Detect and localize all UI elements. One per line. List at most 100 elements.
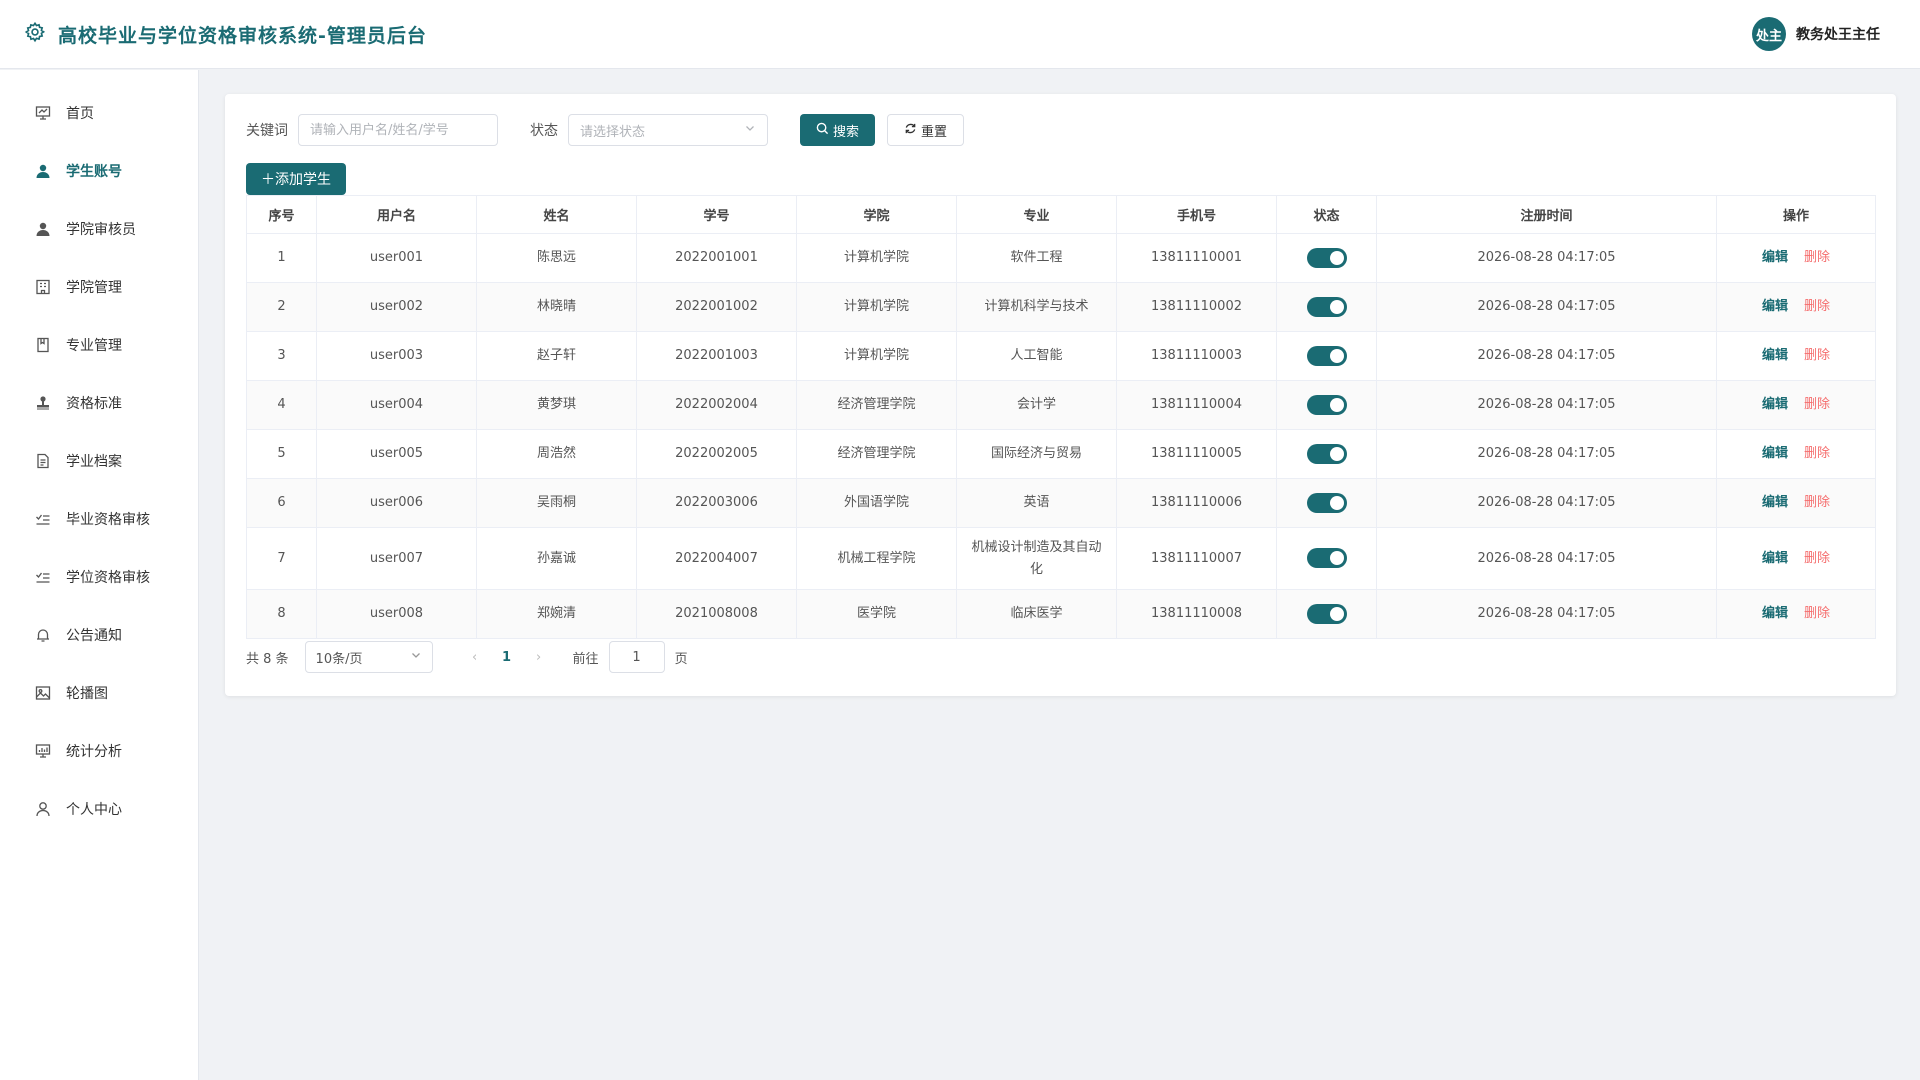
- column-header: 学号: [636, 195, 797, 234]
- student-id-cell: 2022002005: [636, 429, 797, 479]
- row-index: 5: [246, 429, 317, 479]
- current-page[interactable]: 1: [491, 650, 523, 665]
- add-student-button[interactable]: ＋添加学生: [246, 163, 346, 195]
- search-form: 关键词 状态 请选择状态 搜索 重置: [246, 114, 1875, 146]
- delete-button[interactable]: 删除: [1804, 397, 1830, 412]
- sidebar-item-carousel[interactable]: 轮播图: [0, 664, 198, 722]
- status-toggle[interactable]: [1306, 548, 1347, 568]
- sidebar-item-college-management[interactable]: 学院管理: [0, 258, 198, 316]
- delete-button[interactable]: 删除: [1804, 446, 1830, 461]
- major-cell: 英语: [956, 478, 1117, 528]
- edit-button[interactable]: 编辑: [1762, 348, 1788, 363]
- search-button-label: 搜索: [833, 124, 860, 140]
- college-cell: 外国语学院: [796, 478, 957, 528]
- status-toggle[interactable]: [1306, 603, 1347, 624]
- add-student-label: 添加学生: [275, 172, 331, 188]
- sidebar-item-statistics[interactable]: 统计分析: [0, 722, 198, 780]
- actions-cell: 编辑 删除: [1716, 478, 1876, 528]
- college-cell: 医学院: [796, 589, 957, 639]
- actions-cell: 编辑 删除: [1716, 331, 1876, 381]
- sidebar-item-label: 专业管理: [66, 338, 122, 354]
- reset-button-label: 重置: [921, 124, 948, 140]
- name-cell: 林晓晴: [476, 282, 637, 332]
- sidebar-item-major-management[interactable]: 专业管理: [0, 316, 198, 374]
- sidebar-item-home[interactable]: 首页: [0, 84, 198, 142]
- row-index: 8: [246, 589, 317, 639]
- status-toggle[interactable]: [1306, 296, 1347, 317]
- edit-button[interactable]: 编辑: [1762, 551, 1788, 566]
- status-toggle[interactable]: [1306, 247, 1347, 268]
- sidebar-item-qualification-standards[interactable]: 资格标准: [0, 374, 198, 432]
- delete-button[interactable]: 删除: [1804, 551, 1830, 566]
- table-row: 7 user007 孙嘉诚 2022004007 机械工程学院 机械设计制造及其自动化 13…: [246, 527, 1876, 590]
- gear-icon[interactable]: [24, 21, 46, 47]
- sidebar-item-announcements[interactable]: 公告通知: [0, 606, 198, 664]
- status-toggle[interactable]: [1306, 345, 1347, 366]
- status-select[interactable]: 请选择状态: [568, 114, 768, 146]
- avatar[interactable]: 处主: [1752, 17, 1786, 51]
- status-toggle[interactable]: [1306, 394, 1347, 415]
- sidebar-item-label: 统计分析: [66, 744, 122, 760]
- table-row: 4 user004 黄梦琪 2022002004 经济管理学院 会计学 1381111000…: [246, 380, 1876, 430]
- actions-cell: 编辑 删除: [1716, 527, 1876, 590]
- app-title: 高校毕业与学位资格审核系统-管理员后台: [58, 24, 427, 47]
- user-name[interactable]: 教务处王主任: [1796, 24, 1880, 44]
- status-cell: [1276, 282, 1377, 332]
- sidebar-item-graduation-review[interactable]: 毕业资格审核: [0, 490, 198, 548]
- status-cell: [1276, 380, 1377, 430]
- prev-page-icon[interactable]: ‹: [459, 650, 491, 665]
- column-header: 手机号: [1116, 195, 1277, 234]
- pagination: 共 8 条 10条/页 ‹ 1 › 前往 页: [246, 641, 1875, 673]
- edit-button[interactable]: 编辑: [1762, 250, 1788, 265]
- user-menu[interactable]: 处主 教务处王主任: [1752, 17, 1880, 51]
- page-size-value: 10条/页: [315, 651, 363, 667]
- edit-button[interactable]: 编辑: [1762, 446, 1788, 461]
- sidebar-item-college-reviewers[interactable]: 学院审核员: [0, 200, 198, 258]
- table-body: 1 user001 陈思远 2022001001 计算机学院 软件工程 1381111000…: [246, 233, 1876, 639]
- major-cell: 人工智能: [956, 331, 1117, 381]
- status-toggle[interactable]: [1306, 443, 1347, 464]
- status-toggle[interactable]: [1306, 492, 1347, 513]
- college-cell: 计算机学院: [796, 233, 957, 283]
- college-cell: 计算机学院: [796, 282, 957, 332]
- reset-button[interactable]: 重置: [887, 114, 965, 146]
- goto-page-input[interactable]: [608, 641, 665, 673]
- pagination-total: 共 8 条: [246, 651, 289, 667]
- edit-button[interactable]: 编辑: [1762, 397, 1788, 412]
- next-page-icon[interactable]: ›: [523, 650, 555, 665]
- username-cell: user001: [316, 233, 477, 283]
- edit-button[interactable]: 编辑: [1762, 606, 1788, 621]
- status-cell: [1276, 527, 1377, 590]
- delete-button[interactable]: 删除: [1804, 495, 1830, 510]
- row-index: 4: [246, 380, 317, 430]
- major-cell: 临床医学: [956, 589, 1117, 639]
- actions-cell: 编辑 删除: [1716, 233, 1876, 283]
- search-button[interactable]: 搜索: [800, 114, 876, 146]
- username-cell: user003: [316, 331, 477, 381]
- sidebar-item-degree-review[interactable]: 学位资格审核: [0, 548, 198, 606]
- column-header: 操作: [1716, 195, 1876, 234]
- keyword-input[interactable]: [298, 114, 498, 146]
- student-table: 序号 用户名 姓名 学号 学院 专业 手机号 状态 注册时间 操作 1 user0…: [246, 195, 1876, 639]
- name-cell: 孙嘉诚: [476, 527, 637, 590]
- college-cell: 经济管理学院: [796, 380, 957, 430]
- goto-page: 前往 页: [573, 641, 688, 673]
- page-size-select[interactable]: 10条/页: [304, 641, 433, 673]
- sidebar-item-label: 公告通知: [66, 628, 122, 644]
- delete-button[interactable]: 删除: [1804, 299, 1830, 314]
- college-cell: 机械工程学院: [796, 527, 957, 590]
- sidebar-item-label: 学院审核员: [66, 222, 136, 238]
- delete-button[interactable]: 删除: [1804, 348, 1830, 363]
- edit-button[interactable]: 编辑: [1762, 299, 1788, 314]
- name-cell: 赵子轩: [476, 331, 637, 381]
- sidebar-item-profile[interactable]: 个人中心: [0, 780, 198, 838]
- row-index: 7: [246, 527, 317, 590]
- sidebar-item-student-accounts[interactable]: 学生账号: [0, 142, 198, 200]
- sidebar: 首页 学生账号 学院审核员 学院管理 专业管理 资格标准 学业档案 毕业资格审核…: [0, 70, 199, 1080]
- delete-button[interactable]: 删除: [1804, 606, 1830, 621]
- delete-button[interactable]: 删除: [1804, 250, 1830, 265]
- college-cell: 经济管理学院: [796, 429, 957, 479]
- sidebar-item-academic-records[interactable]: 学业档案: [0, 432, 198, 490]
- edit-button[interactable]: 编辑: [1762, 495, 1788, 510]
- username-cell: user008: [316, 589, 477, 639]
